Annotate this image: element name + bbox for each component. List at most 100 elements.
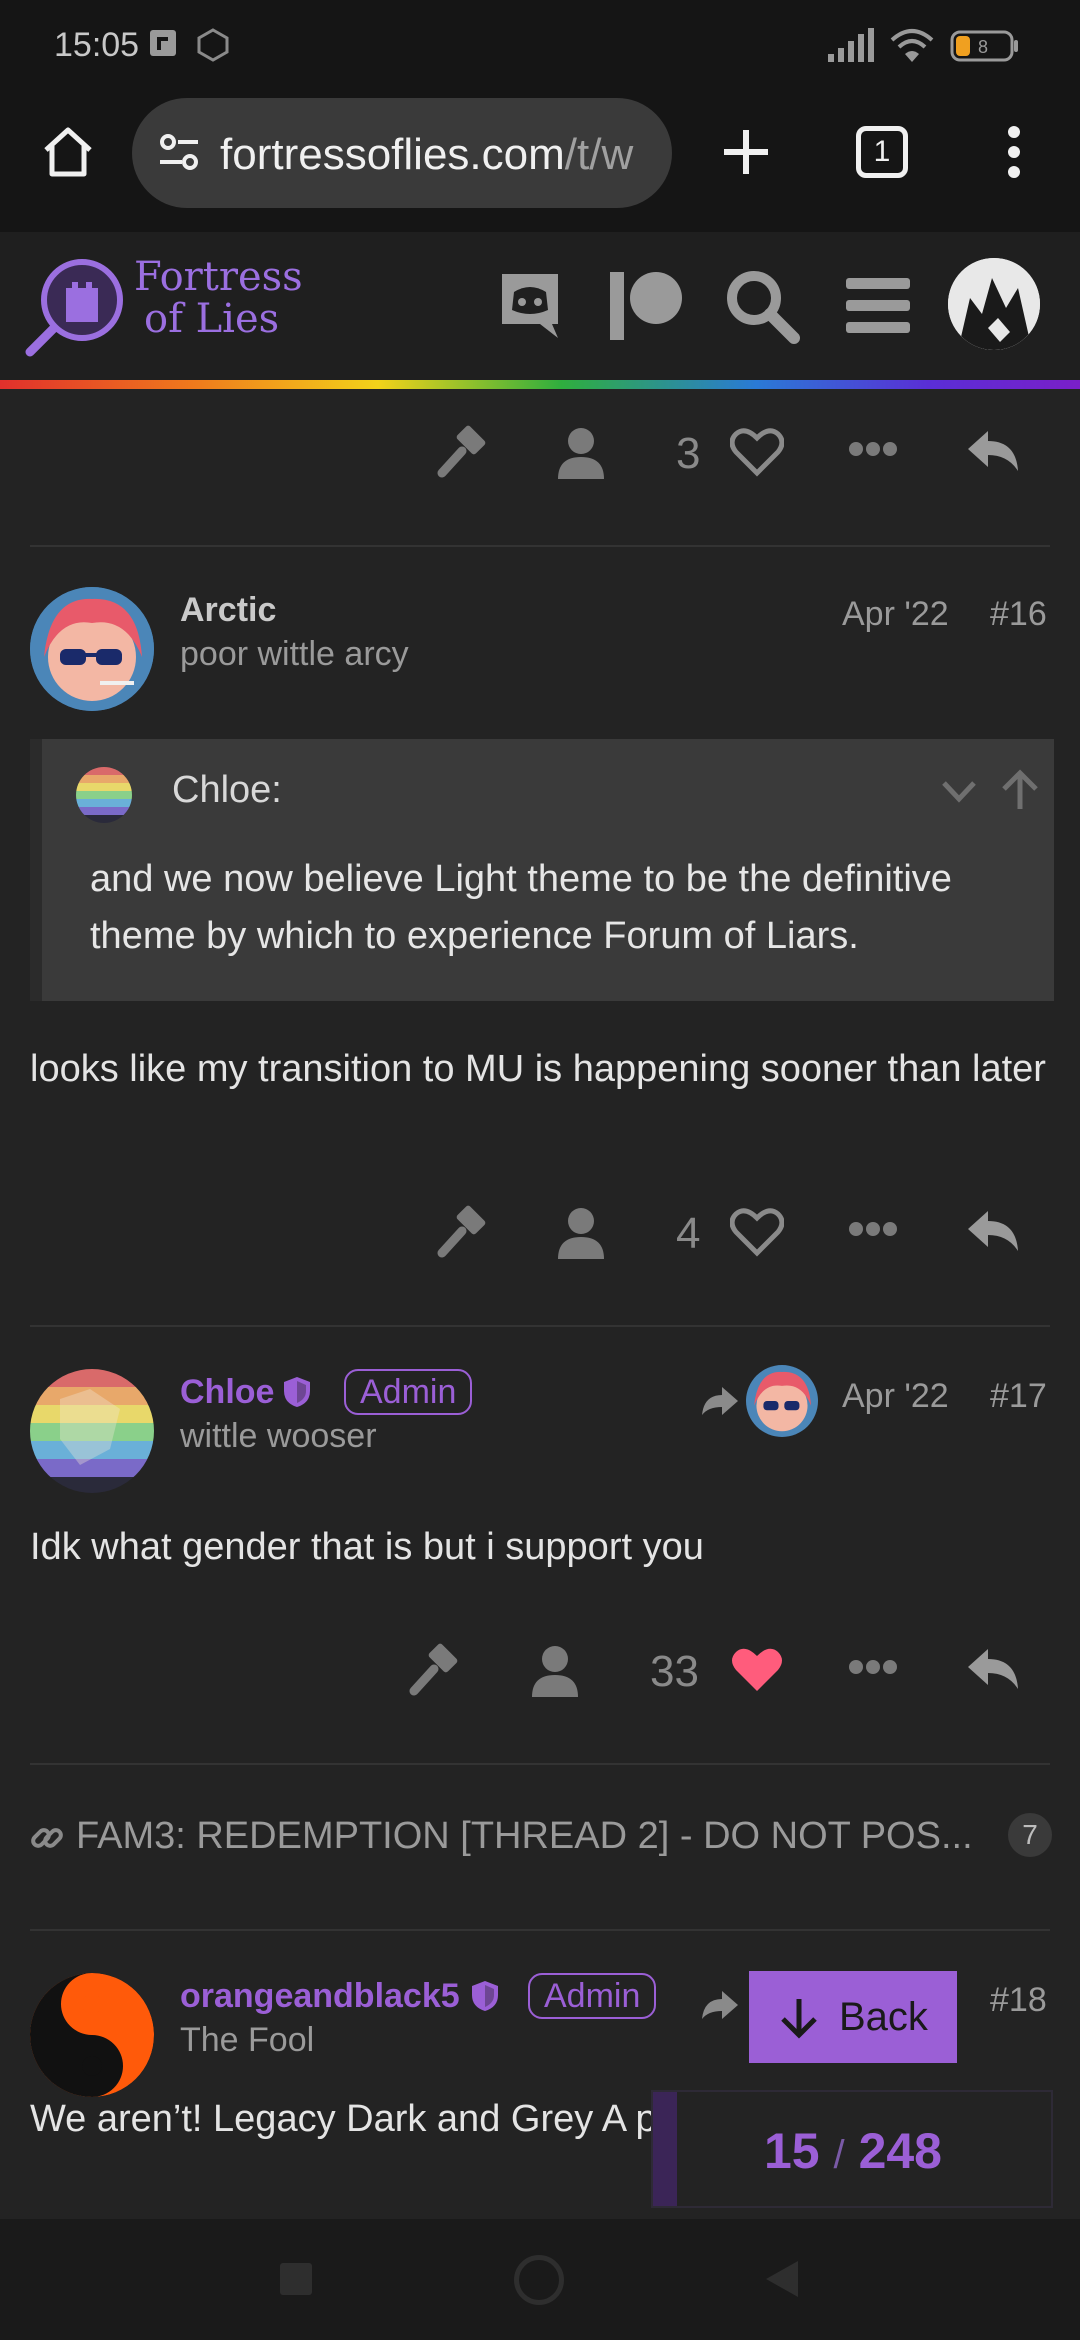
user-icon[interactable] [530, 1643, 580, 1704]
reply-icon[interactable] [966, 1645, 1022, 1698]
progress-separator: / [833, 2133, 845, 2177]
user-title: wittle wooser [180, 1417, 377, 1455]
topic-stream: 3 Arctic poor wittle arcy Apr '22 #16 Ch… [0, 389, 1080, 2219]
post-date[interactable]: Apr '22 [842, 1377, 949, 1416]
arrow-down-icon [779, 1997, 819, 2049]
post-number[interactable]: #16 [990, 595, 1047, 634]
like-count: 33 [650, 1647, 699, 1696]
user-title: The Fool [180, 2021, 315, 2059]
current-user-avatar[interactable] [948, 258, 1040, 350]
browser-menu-icon[interactable] [1002, 122, 1026, 187]
user-icon[interactable] [556, 1205, 606, 1266]
gavel-icon[interactable] [436, 425, 492, 486]
like-count: 3 [676, 429, 701, 478]
rainbow-divider [0, 380, 1080, 389]
reply-to-icon[interactable] [700, 1989, 740, 2026]
patreon-icon[interactable] [608, 268, 684, 349]
tab-switcher-button[interactable]: 1 [856, 126, 908, 178]
quote-text: and we now believe Light theme to be the… [90, 858, 952, 957]
more-options-icon[interactable] [848, 1219, 898, 1244]
admin-badge[interactable]: Admin [528, 1973, 657, 2019]
reply-to-avatar[interactable] [746, 1365, 818, 1437]
progress-total: 248 [858, 2123, 942, 2179]
progress-current: 15 [764, 2123, 820, 2179]
new-tab-icon[interactable] [716, 122, 776, 187]
app-icon [196, 28, 230, 67]
link-icon [30, 1821, 64, 1860]
recents-button[interactable] [280, 2263, 312, 2295]
quote-block: Chloe: and we now believe Light theme to… [30, 739, 1054, 1001]
tab-count: 1 [873, 135, 891, 168]
logo-line-1: Fortress [134, 254, 303, 300]
post-actions: 3 [0, 425, 1080, 505]
site-settings-icon[interactable] [156, 128, 204, 181]
system-nav-bar [0, 2219, 1080, 2340]
quote-avatar [76, 767, 132, 823]
heart-filled-icon[interactable] [730, 1645, 784, 1700]
battery-icon: 8 [950, 28, 1020, 69]
post-number[interactable]: #17 [990, 1377, 1047, 1416]
post-username[interactable]: orangeandblack5 [180, 1977, 460, 2016]
logo-line-2: of Lies [144, 296, 280, 342]
post-number[interactable]: #18 [990, 1981, 1047, 2020]
status-time: 15:05 [54, 26, 140, 64]
admin-badge[interactable]: Admin [344, 1369, 473, 1415]
post-body: looks like my transition to MU is happen… [30, 1048, 1046, 1090]
fortress-logo-icon[interactable] [24, 250, 134, 365]
linked-topic[interactable]: FAM3: REDEMPTION [THREAD 2] - DO NOT POS… [30, 1807, 1060, 1867]
post-actions: 4 [0, 1205, 1080, 1285]
battery-level: 8 [978, 37, 988, 57]
more-options-icon[interactable] [848, 1657, 898, 1682]
quote-jump-icon[interactable] [1000, 769, 1040, 816]
gavel-icon[interactable] [408, 1643, 464, 1704]
more-options-icon[interactable] [848, 439, 898, 464]
post-actions: 33 [0, 1643, 1080, 1723]
browser-toolbar: fortressoflies.com/t/w 1 [0, 92, 1080, 232]
url-path: /t/w [564, 130, 634, 179]
post-divider [30, 1325, 1050, 1327]
post-body: Idk what gender that is but i support yo… [30, 1526, 704, 1568]
discord-icon[interactable] [496, 270, 564, 347]
site-logo-text[interactable]: Fortress of Lies [134, 256, 303, 340]
back-nav-button[interactable] [764, 2259, 800, 2304]
reply-icon[interactable] [966, 1207, 1022, 1260]
post-divider [30, 545, 1050, 547]
user-icon[interactable] [556, 425, 606, 486]
post-divider [30, 1763, 1050, 1765]
avatar[interactable] [30, 1973, 154, 2097]
url-bar[interactable]: fortressoflies.com/t/w [132, 98, 672, 208]
topic-progress[interactable]: 15 / 248 [651, 2090, 1053, 2208]
like-count: 4 [676, 1209, 701, 1258]
gavel-icon[interactable] [436, 1205, 492, 1266]
avatar[interactable] [30, 587, 154, 711]
site-header: Fortress of Lies [0, 232, 1080, 380]
quote-collapse-icon[interactable] [940, 779, 978, 810]
notification-icon [148, 28, 178, 63]
home-nav-button[interactable] [514, 2255, 564, 2305]
hamburger-menu-icon[interactable] [844, 276, 912, 341]
back-button[interactable]: Back [749, 1971, 957, 2063]
wifi-icon [890, 28, 934, 69]
linked-topic-count: 7 [1008, 1813, 1052, 1857]
status-bar: 15:05 8 [0, 0, 1080, 92]
url-text: fortressoflies.com/t/w [220, 130, 633, 180]
search-icon[interactable] [724, 268, 800, 349]
heart-outline-icon[interactable] [729, 427, 785, 482]
progress-text: 15 / 248 [653, 2122, 1053, 2180]
signal-icon [826, 28, 876, 69]
post-username[interactable]: Chloe [180, 1373, 274, 1412]
home-icon[interactable] [38, 122, 98, 187]
post-date[interactable]: Apr '22 [842, 595, 949, 634]
heart-outline-icon[interactable] [729, 1207, 785, 1262]
back-button-label: Back [839, 1995, 928, 2039]
quote-author[interactable]: Chloe: [172, 769, 282, 812]
post-divider [30, 1929, 1050, 1931]
linked-topic-title[interactable]: FAM3: REDEMPTION [THREAD 2] - DO NOT POS… [76, 1815, 973, 1858]
post-username[interactable]: Arctic [180, 591, 276, 630]
avatar[interactable] [30, 1369, 154, 1493]
moderator-shield-icon [282, 1375, 312, 1414]
moderator-shield-icon [470, 1979, 500, 2018]
reply-to-icon[interactable] [700, 1385, 740, 1422]
user-title: poor wittle arcy [180, 635, 409, 673]
reply-icon[interactable] [966, 427, 1022, 480]
